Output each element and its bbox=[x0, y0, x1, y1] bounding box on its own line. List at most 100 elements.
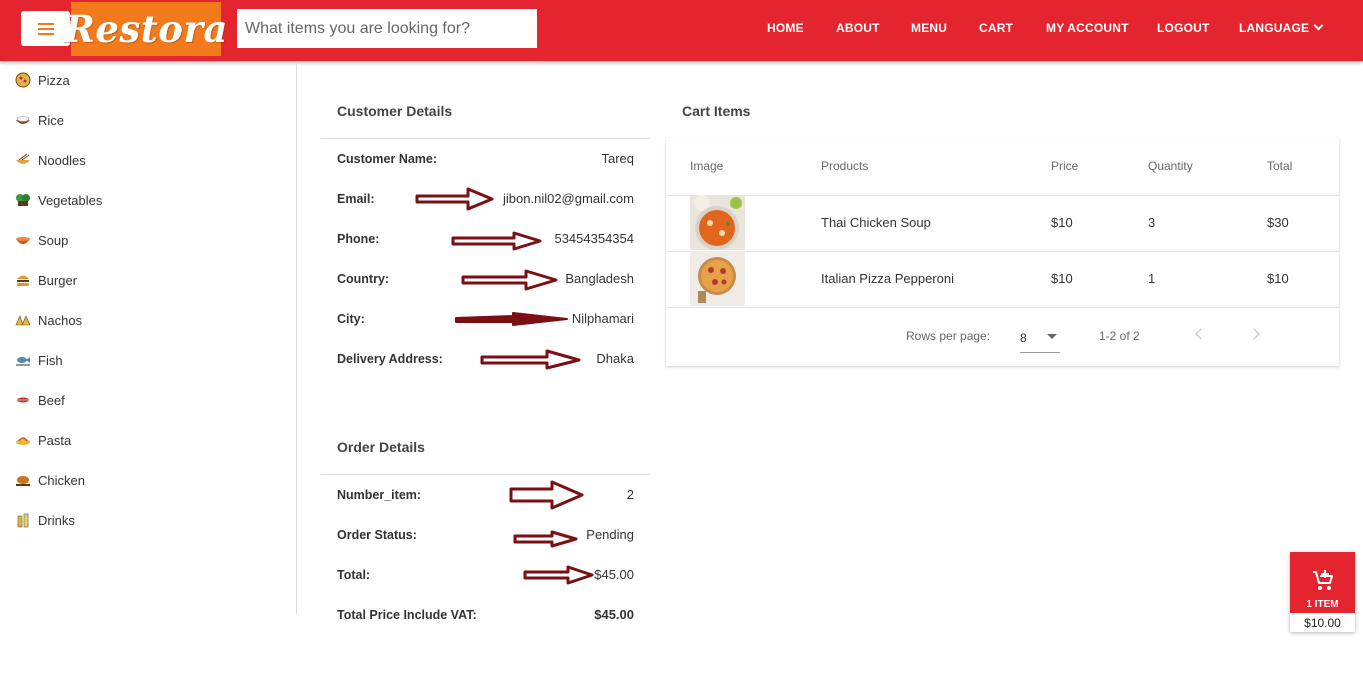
chicken-icon bbox=[14, 471, 32, 489]
sidebar-item-drinks[interactable]: Drinks bbox=[14, 510, 75, 530]
sidebar-item-label: Rice bbox=[38, 112, 65, 128]
pizza-icon bbox=[14, 71, 32, 89]
sidebar-item-vegetables[interactable]: Vegetables bbox=[14, 190, 102, 210]
sidebar-item-chicken[interactable]: Chicken bbox=[14, 470, 85, 490]
pagination-range: 1-2 of 2 bbox=[1099, 329, 1140, 343]
sidebar-item-label: Fish bbox=[38, 352, 63, 368]
product-name: Thai Chicken Soup bbox=[821, 215, 931, 230]
sidebar-item-noodles[interactable]: Noodles bbox=[14, 150, 86, 170]
delivery-address-label: Delivery Address: bbox=[337, 352, 443, 366]
column-header-price[interactable]: Price bbox=[1051, 159, 1078, 173]
sidebar-item-label: Pasta bbox=[38, 432, 72, 448]
floating-cart-button[interactable]: 1 ITEM $10.00 bbox=[1290, 552, 1355, 632]
cart-table: Image Products Price Quantity Total Thai… bbox=[666, 138, 1339, 366]
email-value: jibon.nil02@gmail.com bbox=[503, 191, 634, 206]
sidebar-item-nachos[interactable]: Nachos bbox=[14, 310, 82, 330]
total-value: $45.00 bbox=[594, 567, 634, 582]
rows-per-page-label: Rows per page: bbox=[906, 329, 991, 343]
delivery-address-value: Dhaka bbox=[596, 351, 634, 366]
nav-logout[interactable]: LOGOUT bbox=[1157, 21, 1210, 35]
sidebar-item-label: Vegetables bbox=[38, 192, 103, 208]
sidebar-item-soup[interactable]: Soup bbox=[14, 230, 68, 250]
order-details-title: Order Details bbox=[337, 439, 425, 455]
product-total: $30 bbox=[1267, 215, 1289, 230]
phone-value: 53454354354 bbox=[554, 231, 634, 246]
annotation-arrow-right bbox=[513, 530, 578, 548]
nav-about[interactable]: ABOUT bbox=[836, 21, 880, 35]
customer-details-title: Customer Details bbox=[337, 103, 453, 119]
sidebar-item-beef[interactable]: Beef bbox=[14, 390, 65, 410]
city-value: Nilphamari bbox=[571, 311, 634, 326]
beef-icon bbox=[14, 391, 32, 409]
annotation-arrow-right bbox=[451, 231, 542, 251]
country-value: Bangladesh bbox=[565, 271, 634, 286]
hamburger-menu-button[interactable] bbox=[21, 11, 70, 46]
product-quantity: 3 bbox=[1148, 215, 1156, 230]
nav-menu[interactable]: MENU bbox=[911, 21, 947, 35]
add-shopping-cart-icon bbox=[1313, 570, 1333, 590]
column-header-image[interactable]: Image bbox=[690, 159, 723, 173]
total-label: Total: bbox=[337, 568, 371, 582]
fish-icon bbox=[14, 351, 32, 369]
product-price: $10 bbox=[1051, 215, 1073, 230]
order-status-label: Order Status: bbox=[337, 528, 417, 542]
caret-down-icon bbox=[1047, 334, 1057, 339]
sidebar-item-fish[interactable]: Fish bbox=[14, 350, 63, 370]
pasta-icon bbox=[14, 431, 32, 449]
sidebar-item-rice[interactable]: Rice bbox=[14, 110, 64, 130]
burger-icon bbox=[14, 271, 32, 289]
sidebar-item-label: Soup bbox=[38, 232, 69, 248]
sidebar-item-label: Chicken bbox=[38, 472, 85, 488]
menu-icon bbox=[37, 22, 54, 35]
nav-language[interactable]: LANGUAGE bbox=[1239, 20, 1324, 35]
top-navbar: Restora HOME ABOUT MENU CART MY ACCOUNT … bbox=[0, 0, 1363, 61]
email-label: Email: bbox=[337, 192, 375, 206]
city-label: City: bbox=[337, 312, 365, 326]
chevron-left-icon bbox=[1195, 328, 1207, 340]
annotation-arrow-right bbox=[455, 312, 568, 326]
annotation-arrow-right bbox=[461, 269, 558, 291]
logo[interactable]: Restora bbox=[64, 2, 227, 56]
previous-page-button[interactable] bbox=[1194, 328, 1207, 340]
nav-my-account[interactable]: MY ACCOUNT bbox=[1046, 21, 1129, 35]
rows-per-page-select[interactable]: 8 bbox=[1020, 329, 1060, 353]
product-quantity: 1 bbox=[1148, 271, 1156, 286]
customer-name-value: Tareq bbox=[601, 151, 634, 166]
number-item-label: Number_item: bbox=[337, 488, 422, 502]
sidebar-item-label: Nachos bbox=[38, 312, 83, 328]
pizza-image bbox=[690, 251, 745, 306]
nav-cart[interactable]: CART bbox=[979, 21, 1013, 35]
category-sidebar: Pizza Rice Noodles Vegetables Soup Burge… bbox=[0, 61, 297, 614]
vegetables-icon bbox=[14, 191, 32, 209]
sidebar-item-burger[interactable]: Burger bbox=[14, 270, 77, 290]
column-header-total[interactable]: Total bbox=[1267, 159, 1292, 173]
order-status-value: Pending bbox=[586, 527, 634, 542]
annotation-arrow-right bbox=[509, 480, 584, 510]
chevron-down-icon bbox=[1313, 20, 1324, 31]
rows-per-page-value: 8 bbox=[1020, 331, 1027, 345]
chevron-right-icon bbox=[1248, 328, 1260, 340]
column-header-products[interactable]: Products bbox=[821, 159, 868, 173]
cart-total-price: $10.00 bbox=[1304, 616, 1341, 630]
soup-image bbox=[690, 195, 745, 250]
country-label: Country: bbox=[337, 272, 390, 286]
column-header-quantity[interactable]: Quantity bbox=[1148, 159, 1193, 173]
sidebar-item-pizza[interactable]: Pizza bbox=[14, 70, 70, 90]
sidebar-item-pasta[interactable]: Pasta bbox=[14, 430, 71, 450]
rice-icon bbox=[14, 111, 32, 129]
drinks-icon bbox=[14, 511, 32, 529]
nav-home[interactable]: HOME bbox=[767, 21, 804, 35]
divider bbox=[321, 474, 650, 475]
sidebar-item-label: Drinks bbox=[38, 512, 75, 528]
cart-item-count: 1 ITEM bbox=[1306, 599, 1339, 610]
sidebar-item-label: Noodles bbox=[38, 152, 86, 168]
next-page-button[interactable] bbox=[1248, 328, 1260, 340]
search-input[interactable] bbox=[237, 9, 537, 48]
noodles-icon bbox=[14, 151, 32, 169]
product-price: $10 bbox=[1051, 271, 1073, 286]
divider bbox=[666, 251, 1339, 252]
total-vat-label: Total Price Include VAT: bbox=[337, 608, 477, 622]
divider bbox=[321, 138, 650, 139]
sidebar-item-label: Pizza bbox=[38, 72, 70, 88]
annotation-arrow-right bbox=[523, 565, 594, 585]
